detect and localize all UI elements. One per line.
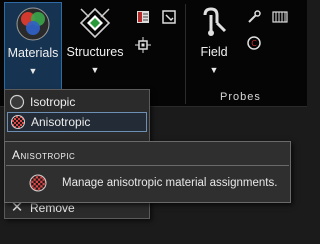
ribbon-separator (185, 4, 186, 104)
menu-item-label: Isotropic (30, 95, 76, 109)
isotropic-icon (9, 94, 25, 110)
menu-item-label: Anisotropic (31, 115, 91, 129)
field-probe-icon (203, 7, 227, 36)
menu-item-label: Remove (30, 201, 75, 215)
chevron-down-icon: ▼ (90, 65, 100, 75)
anisotropic-icon (29, 174, 47, 192)
probes-group-label: Probes (220, 91, 261, 103)
materials-button[interactable]: Materials ▼ (4, 2, 62, 90)
tooltip-description: Manage anisotropic material assignments. (62, 177, 278, 189)
anisotropic-icon (11, 115, 25, 129)
table-icon[interactable] (135, 9, 151, 25)
probe-array-icon[interactable] (272, 9, 288, 25)
svg-text:C: C (251, 39, 257, 48)
field-label: Field (200, 45, 228, 59)
field-button[interactable]: Field ▼ (192, 2, 236, 90)
edit-structure-icon[interactable] (161, 9, 177, 25)
menu-item-anisotropic[interactable]: Anisotropic (7, 112, 147, 132)
chevron-down-icon: ▼ (209, 65, 219, 75)
structures-icon (79, 7, 111, 39)
tooltip: Anisotropic Manage anisotropic material … (4, 141, 291, 203)
chevron-down-icon: ▼ (28, 66, 38, 76)
probe-point-icon[interactable] (246, 9, 262, 25)
tooltip-title: Anisotropic (12, 148, 76, 162)
structures-button[interactable]: Structures ▼ (64, 2, 126, 90)
structures-label: Structures (66, 45, 124, 59)
materials-icon (16, 7, 50, 41)
structure-grid-icon[interactable] (135, 37, 151, 53)
tooltip-divider (6, 165, 289, 166)
materials-label: Materials (7, 46, 59, 60)
menu-item-isotropic[interactable]: Isotropic (7, 92, 147, 112)
probe-current-icon[interactable]: C (246, 35, 262, 51)
